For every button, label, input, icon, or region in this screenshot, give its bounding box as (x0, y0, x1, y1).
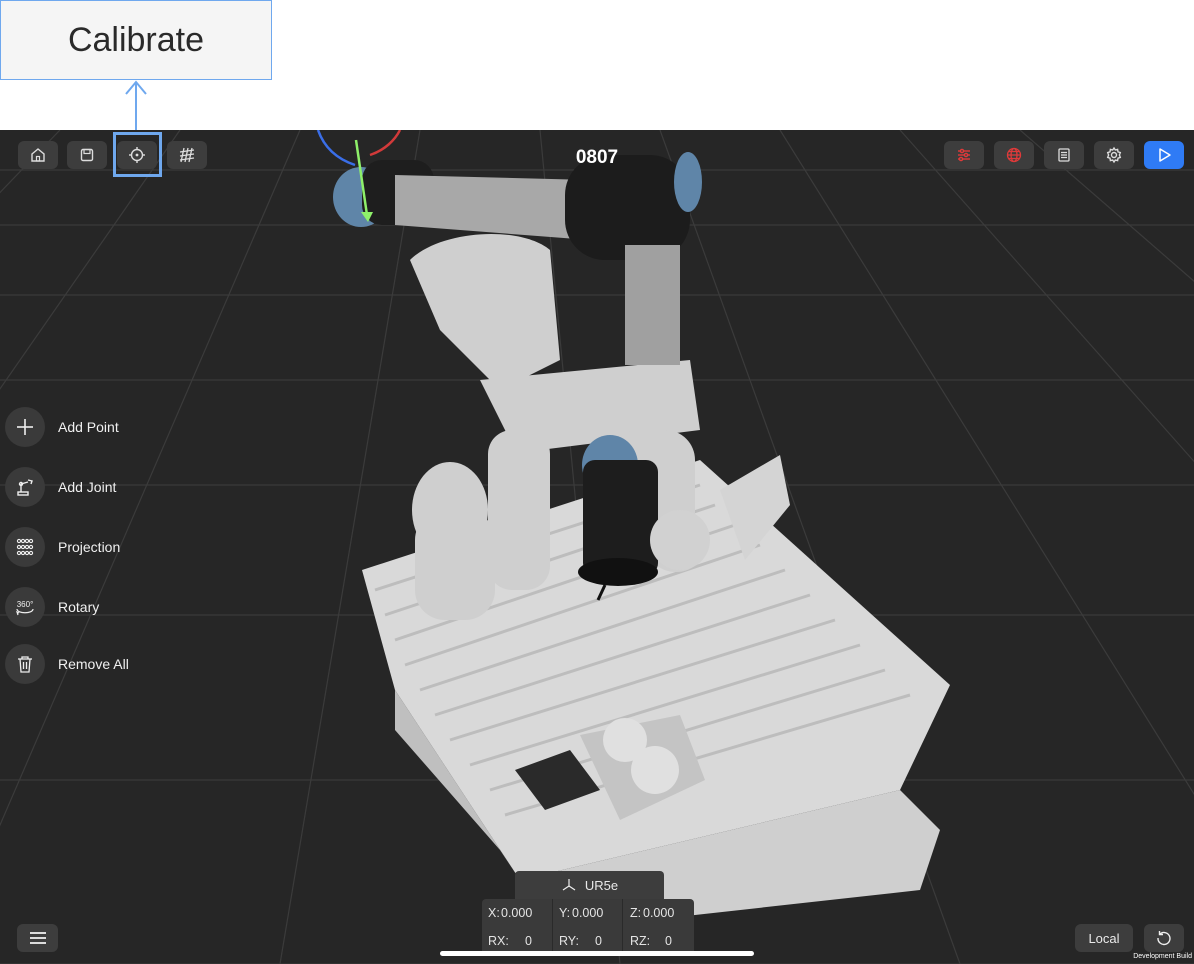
calibrate-callout-label: Calibrate (67, 20, 205, 59)
notes-button[interactable] (1044, 141, 1084, 169)
notes-icon (1058, 148, 1070, 162)
app-root: Calibrate 0807 Add Point Add Joint Proje… (0, 0, 1194, 964)
callout-arrow-icon (125, 80, 147, 132)
x-label: X: (488, 906, 500, 920)
save-icon (80, 148, 94, 162)
axes-icon (562, 879, 576, 891)
trash-icon (5, 644, 45, 684)
rotary-label: Rotary (58, 599, 100, 615)
plus-icon (5, 407, 45, 447)
save-button[interactable] (67, 141, 107, 169)
add-joint-button[interactable]: Add Joint (5, 467, 116, 507)
calibrate-callout: Calibrate (0, 0, 272, 80)
sliders-icon (958, 148, 970, 162)
home-indicator (440, 951, 754, 956)
globe-button[interactable] (994, 141, 1034, 169)
rotary-button[interactable]: 360° Rotary (5, 587, 99, 627)
reset-icon (1157, 931, 1171, 946)
svg-text:360°: 360° (17, 600, 34, 609)
calibrate-highlight (113, 132, 162, 177)
add-point-label: Add Point (58, 419, 119, 435)
robot-selector[interactable]: UR5e (515, 871, 664, 899)
development-build-label: Development Build (1133, 953, 1192, 960)
ry-label: RY: (559, 934, 579, 948)
coordinate-frame-button[interactable]: Local (1075, 924, 1133, 952)
home-icon (31, 148, 45, 162)
adjust-button[interactable] (944, 141, 984, 169)
settings-button[interactable] (1094, 141, 1134, 169)
add-joint-label: Add Joint (58, 479, 117, 495)
rotate-360-icon: 360° (5, 587, 45, 627)
robot-arm-icon (5, 467, 45, 507)
z-value: 0.000 (643, 906, 675, 920)
scene-canvas[interactable] (0, 130, 1194, 964)
robot-name: UR5e (584, 877, 619, 893)
home-button[interactable] (18, 141, 58, 169)
3d-viewport[interactable]: 0807 Add Point Add Joint Projection 360°… (0, 130, 1194, 964)
dot-grid-icon (5, 527, 45, 567)
globe-icon (1006, 147, 1022, 163)
rz-label: RZ: (630, 934, 651, 948)
x-value: 0.000 (501, 906, 533, 920)
tcp-coordinates-panel: X: 0.000 Y: 0.000 Z: 0.000 RX: 0 RY: 0 R… (482, 899, 694, 955)
ry-value: 0 (595, 934, 602, 948)
page-title: 0807 (575, 147, 619, 168)
run-button[interactable] (1144, 141, 1184, 169)
y-value: 0.000 (572, 906, 604, 920)
remove-all-label: Remove All (58, 656, 129, 672)
grid-button[interactable] (167, 141, 207, 169)
remove-all-button[interactable]: Remove All (5, 644, 129, 684)
menu-button[interactable] (17, 924, 58, 952)
play-icon (1159, 148, 1171, 162)
gear-icon (1106, 146, 1122, 164)
projection-label: Projection (58, 539, 121, 555)
hamburger-icon (29, 932, 46, 944)
y-label: Y: (559, 906, 571, 920)
z-label: Z: (630, 906, 642, 920)
add-point-button[interactable]: Add Point (5, 407, 119, 447)
grid-icon (179, 147, 195, 163)
rx-label: RX: (488, 934, 509, 948)
rx-value: 0 (525, 934, 532, 948)
projection-button[interactable]: Projection (5, 527, 120, 567)
reset-view-button[interactable] (1144, 924, 1184, 952)
rz-value: 0 (665, 934, 672, 948)
